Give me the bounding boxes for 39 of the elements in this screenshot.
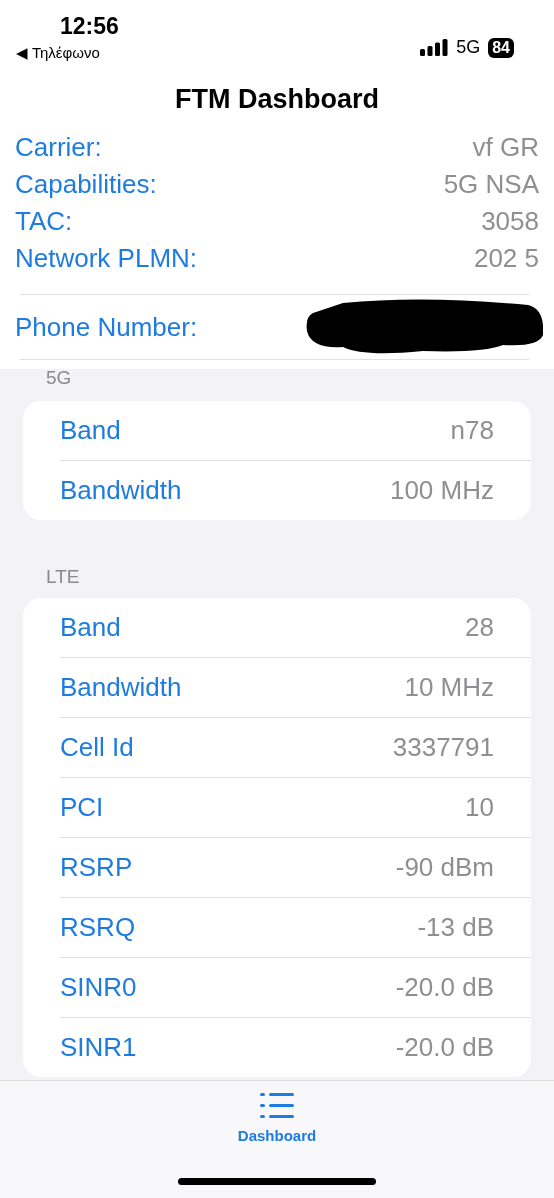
row-label: Cell Id [60, 731, 134, 764]
list-icon [260, 1093, 294, 1119]
page-title: FTM Dashboard [175, 82, 379, 116]
row-label: PCI [60, 791, 104, 824]
section-header: 5G [45, 369, 73, 390]
row-value: -20.0 dB [395, 971, 494, 1004]
back-link[interactable]: ◀ Τηλέφωνο [16, 42, 119, 65]
info-label: TAC: [15, 205, 73, 238]
info-label: Capabilities: [15, 168, 157, 201]
signal-icon [420, 39, 449, 56]
info-value: 3058 [481, 205, 539, 238]
info-label: Phone Number: [15, 310, 198, 344]
section-header: LTE [45, 565, 81, 589]
info-label: Network PLMN: [15, 242, 198, 275]
row-label: RSRP [60, 851, 133, 884]
tab-button[interactable]: Dashboard [237, 1093, 317, 1148]
row-value: n78 [450, 414, 494, 447]
info-label: Carrier: [15, 131, 102, 164]
battery-indicator: 84 [488, 37, 514, 58]
row-label: Bandwidth [60, 474, 182, 507]
row-value: -13 dB [417, 911, 494, 944]
info-value: 5G NSA [443, 168, 539, 201]
network-type: 5G [456, 36, 481, 59]
row-label: SINR0 [60, 971, 137, 1004]
row-label: Band [60, 611, 121, 644]
row-label: Bandwidth [60, 671, 182, 704]
row-value: 3337791 [392, 731, 494, 764]
row-value: -20.0 dB [395, 1031, 494, 1064]
row-label: RSRQ [60, 911, 136, 944]
info-value: 202 5 [473, 242, 539, 275]
row-label: Band [60, 414, 121, 447]
info-value: vf GR [472, 131, 539, 164]
row-value: 100 MHz [389, 474, 494, 507]
row-value: 10 [465, 791, 494, 824]
status-time: 12:56 [60, 12, 119, 40]
row-value: -90 dBm [395, 851, 494, 884]
row-value: 28 [465, 611, 494, 644]
row-value: 10 MHz [404, 671, 494, 704]
row-label: SINR1 [60, 1031, 137, 1064]
